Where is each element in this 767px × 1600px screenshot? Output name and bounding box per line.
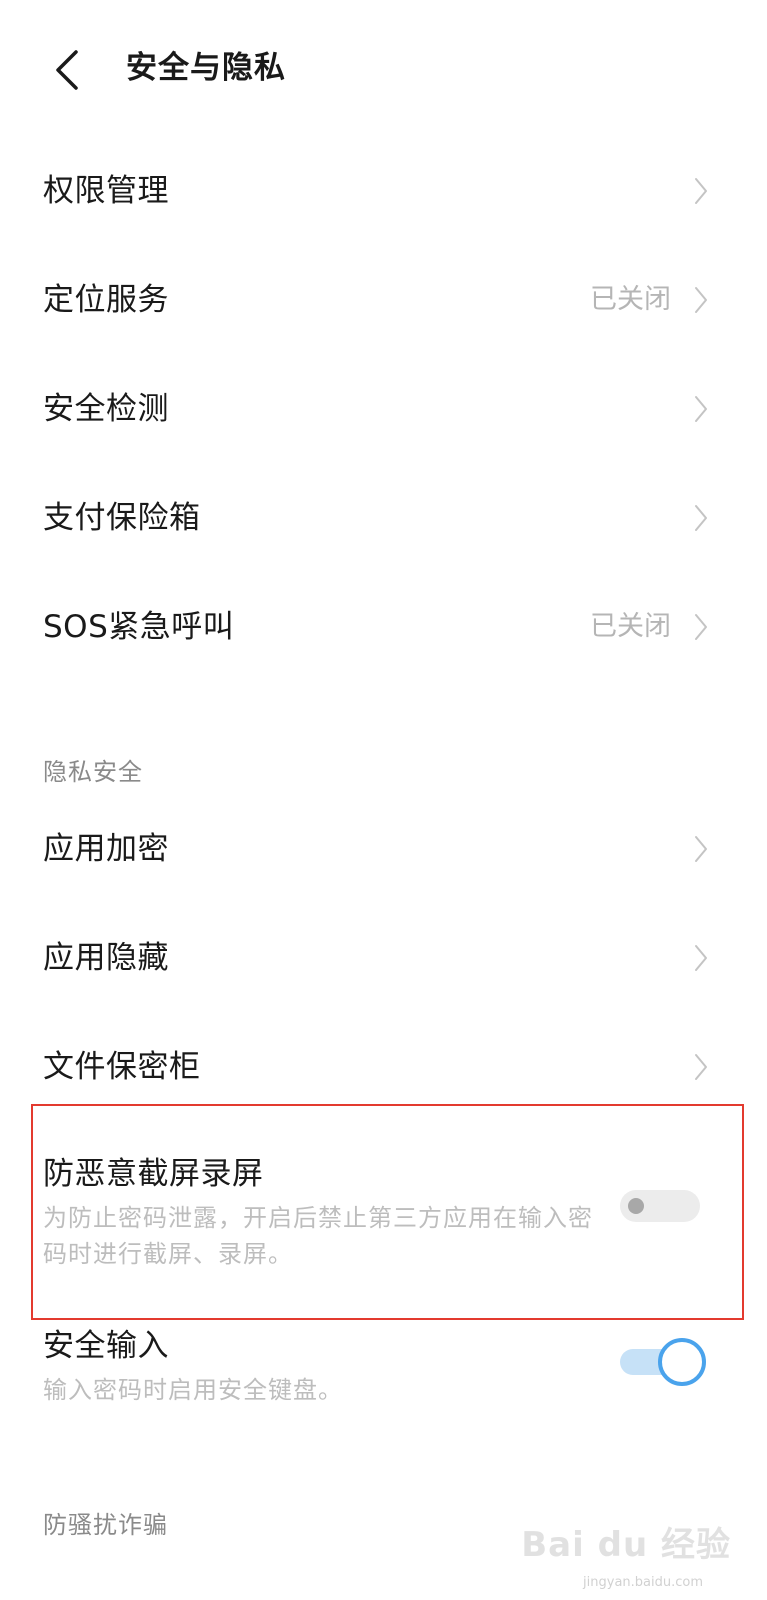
list-item-status: 已关闭	[590, 284, 671, 315]
list-item-permission-management[interactable]: 权限管理	[0, 136, 767, 246]
list-item-app-encryption[interactable]: 应用加密	[0, 794, 767, 904]
list-item-label: 定位服务	[43, 282, 169, 318]
section-header-anti-fraud: 防骚扰诈骗	[43, 1511, 168, 1539]
chevron-right-icon	[693, 834, 709, 864]
chevron-right-icon	[693, 1052, 709, 1082]
toggle-row-anti-screen-capture: 防恶意截屏录屏 为防止密码泄露，开启后禁止第三方应用在输入密码时进行截屏、录屏。	[0, 1150, 767, 1268]
toggle-description: 输入密码时启用安全键盘。	[43, 1376, 343, 1404]
back-button[interactable]	[40, 42, 96, 98]
anti-screen-capture-switch[interactable]	[620, 1190, 700, 1222]
chevron-right-icon	[693, 612, 709, 642]
list-item-label: SOS紧急呼叫	[43, 609, 235, 645]
watermark-url: jingyan.baidu.com	[583, 1575, 703, 1590]
list-item-file-safe[interactable]: 文件保密柜	[0, 1012, 767, 1122]
toggle-row-secure-input: 安全输入 输入密码时启用安全键盘。	[0, 1322, 767, 1412]
list-item-payment-safe[interactable]: 支付保险箱	[0, 463, 767, 573]
toggle-description: 为防止密码泄露，开启后禁止第三方应用在输入密码时进行截屏、录屏。	[43, 1204, 593, 1268]
chevron-left-icon	[56, 50, 78, 90]
list-item-security-check[interactable]: 安全检测	[0, 354, 767, 464]
switch-knob	[628, 1198, 644, 1214]
chevron-right-icon	[693, 285, 709, 315]
page-title: 安全与隐私	[126, 50, 286, 86]
secure-input-switch[interactable]	[620, 1338, 706, 1386]
top-app-bar: 安全与隐私	[0, 0, 767, 140]
switch-knob	[658, 1338, 706, 1386]
list-item-label: 支付保险箱	[43, 500, 201, 536]
chevron-right-icon	[693, 176, 709, 206]
chevron-right-icon	[693, 503, 709, 533]
section-header-privacy: 隐私安全	[43, 758, 143, 786]
list-item-label: 文件保密柜	[43, 1049, 201, 1085]
list-item-location-service[interactable]: 定位服务 已关闭	[0, 245, 767, 355]
list-item-label: 安全检测	[43, 391, 169, 427]
list-item-label: 应用加密	[43, 831, 169, 867]
baidu-jingyan-watermark-logo: Bai du 经验	[521, 1525, 731, 1565]
list-item-sos-emergency-call[interactable]: SOS紧急呼叫 已关闭	[0, 572, 767, 682]
toggle-title: 防恶意截屏录屏	[43, 1156, 264, 1192]
list-item-status: 已关闭	[590, 611, 671, 642]
chevron-right-icon	[693, 394, 709, 424]
list-item-label: 权限管理	[43, 173, 169, 209]
list-item-app-hiding[interactable]: 应用隐藏	[0, 903, 767, 1013]
list-item-label: 应用隐藏	[43, 940, 169, 976]
chevron-right-icon	[693, 943, 709, 973]
toggle-title: 安全输入	[43, 1328, 169, 1364]
